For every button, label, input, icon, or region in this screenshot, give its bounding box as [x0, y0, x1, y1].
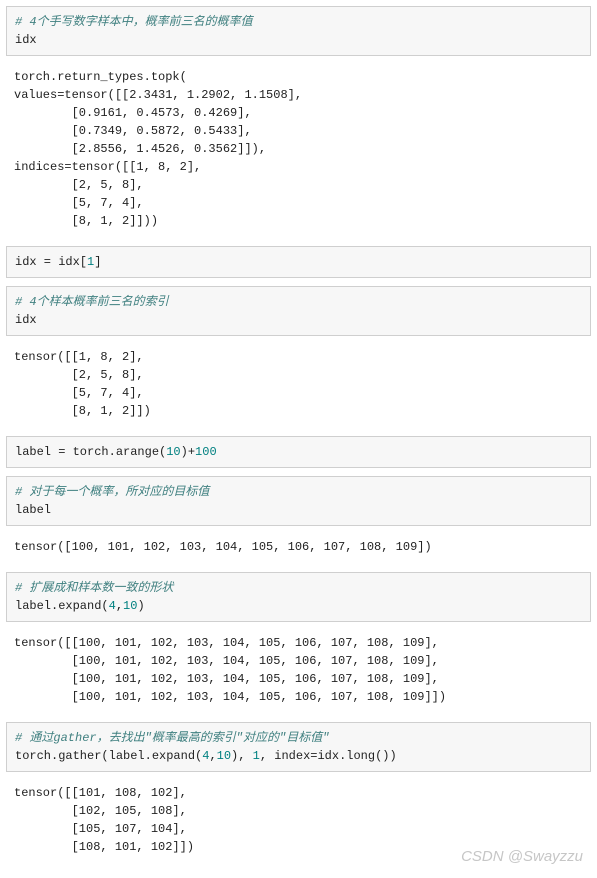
code-line: ), — [231, 749, 253, 763]
comment: # 扩展成和样本数一致的形状 — [15, 581, 173, 595]
code-line: idx — [15, 33, 37, 47]
output-cell-3: tensor([[1, 8, 2], [2, 5, 8], [5, 7, 4],… — [6, 344, 591, 428]
number: 4 — [202, 749, 209, 763]
code-cell-3: # 4个样本概率前三名的索引 idx — [6, 286, 591, 336]
code-cell-2: idx = idx[1] — [6, 246, 591, 278]
number: 100 — [195, 445, 217, 459]
code-line: idx = idx[ — [15, 255, 87, 269]
code-line: , index=idx.long()) — [260, 749, 397, 763]
number: 10 — [123, 599, 137, 613]
code-cell-7: # 通过gather，去找出"概率最高的索引"对应的"目标值" torch.ga… — [6, 722, 591, 772]
output-cell-7: tensor([[101, 108, 102], [102, 105, 108]… — [6, 780, 591, 864]
number: 10 — [166, 445, 180, 459]
code-line: torch.gather(label.expand( — [15, 749, 202, 763]
output-cell-6: tensor([[100, 101, 102, 103, 104, 105, 1… — [6, 630, 591, 714]
code-line: , — [116, 599, 123, 613]
code-cell-6: # 扩展成和样本数一致的形状 label.expand(4,10) — [6, 572, 591, 622]
comment: # 4个手写数字样本中，概率前三名的概率值 — [15, 15, 253, 29]
code-line: )+ — [181, 445, 195, 459]
code-line: label = torch.arange( — [15, 445, 166, 459]
comment: # 通过gather，去找出"概率最高的索引"对应的"目标值" — [15, 731, 329, 745]
comment: # 4个样本概率前三名的索引 — [15, 295, 169, 309]
output-cell-1: torch.return_types.topk( values=tensor([… — [6, 64, 591, 238]
code-line: ] — [94, 255, 101, 269]
code-line: label — [15, 503, 51, 517]
code-line: label.expand( — [15, 599, 109, 613]
comment: # 对于每一个概率，所对应的目标值 — [15, 485, 209, 499]
number: 4 — [109, 599, 116, 613]
number: 10 — [217, 749, 231, 763]
number: 1 — [253, 749, 260, 763]
output-cell-5: tensor([100, 101, 102, 103, 104, 105, 10… — [6, 534, 591, 564]
code-line: ) — [137, 599, 144, 613]
code-line: idx — [15, 313, 37, 327]
code-cell-4: label = torch.arange(10)+100 — [6, 436, 591, 468]
code-line: , — [209, 749, 216, 763]
code-cell-5: # 对于每一个概率，所对应的目标值 label — [6, 476, 591, 526]
code-cell-1: # 4个手写数字样本中，概率前三名的概率值 idx — [6, 6, 591, 56]
